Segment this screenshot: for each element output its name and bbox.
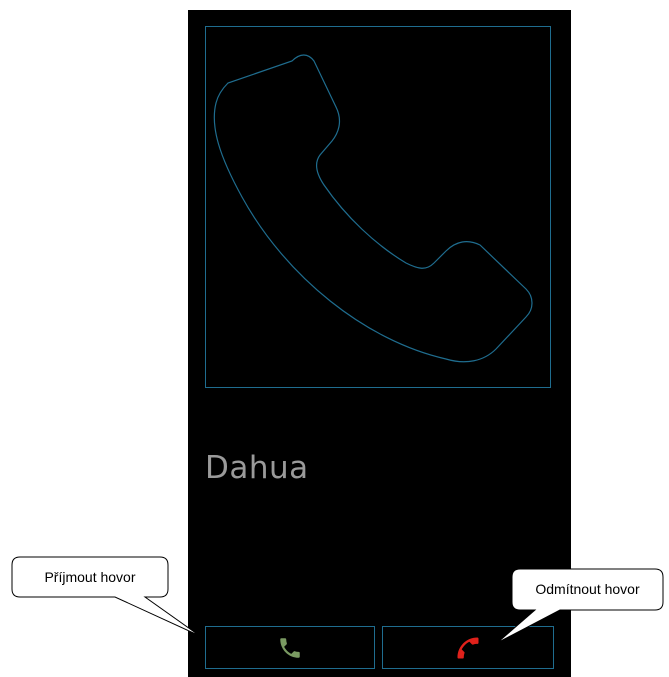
phone-icon xyxy=(280,637,300,658)
caller-avatar xyxy=(205,26,551,388)
phone-hangup-icon xyxy=(457,637,479,658)
decline-call-button[interactable] xyxy=(382,626,554,669)
accept-call-button[interactable] xyxy=(205,626,375,669)
accept-callout-label: Příjmout hovor xyxy=(44,569,136,585)
caller-name: Dahua xyxy=(205,450,309,486)
phone-handset-icon xyxy=(213,54,533,363)
decline-callout-label: Odmítnout hovor xyxy=(535,581,640,597)
